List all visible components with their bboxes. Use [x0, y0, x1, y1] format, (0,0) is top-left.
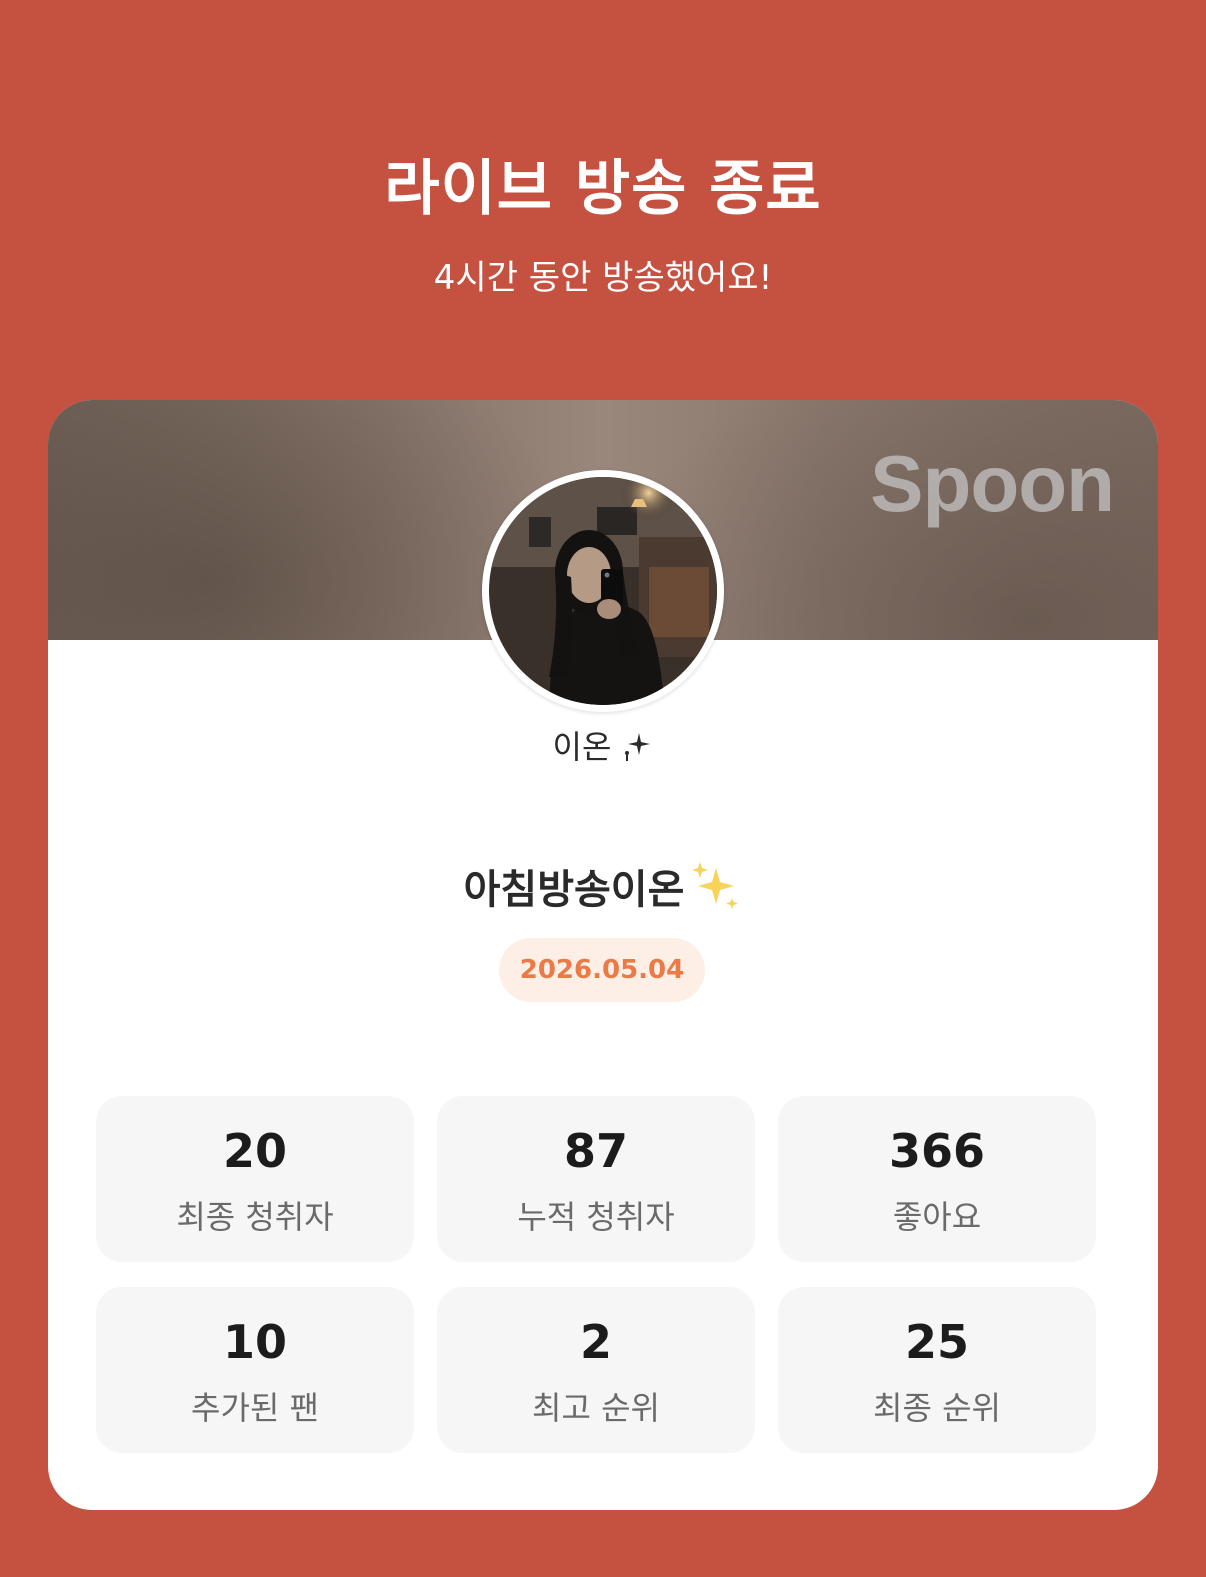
stat-value: 2 [579, 1315, 612, 1369]
sparkle-icon [621, 727, 653, 771]
stat-label: 최종 순위 [873, 1389, 1001, 1427]
stat-label: 좋아요 [892, 1198, 982, 1236]
avatar[interactable] [482, 470, 724, 712]
stat-value: 87 [563, 1124, 628, 1178]
broadcast-summary-card: Spoon 이온 아침방송이온 2026.05.04 20 최종 청취자 87 … [48, 400, 1158, 1510]
spoon-logo: Spoon [870, 439, 1115, 528]
broadcast-title: 아침방송이온 [48, 857, 1158, 924]
stat-value: 20 [222, 1124, 287, 1178]
stat-best-rank: 2 최고 순위 [437, 1287, 755, 1453]
stat-likes: 366 좋아요 [778, 1096, 1096, 1262]
sparkles-emoji-icon [688, 860, 742, 924]
nickname-text: 이온 [552, 728, 612, 766]
stat-final-listeners: 20 최종 청취자 [96, 1096, 414, 1262]
page-title: 라이브 방송 종료 [384, 154, 822, 224]
stat-label: 최종 청취자 [176, 1198, 334, 1236]
broadcast-title-text: 아침방송이온 [463, 867, 685, 913]
stat-value: 25 [904, 1315, 969, 1369]
broadcast-date-badge: 2026.05.04 [499, 938, 705, 1002]
stat-label: 누적 청취자 [517, 1198, 675, 1236]
stat-value: 10 [222, 1315, 287, 1369]
profile-photo [489, 477, 717, 705]
broadcast-duration: 4시간 동안 방송했어요! [433, 258, 773, 298]
stat-new-fans: 10 추가된 팬 [96, 1287, 414, 1453]
stat-total-listeners: 87 누적 청취자 [437, 1096, 755, 1262]
stat-label: 최고 순위 [532, 1389, 660, 1427]
nickname: 이온 [48, 722, 1158, 771]
stat-final-rank: 25 최종 순위 [778, 1287, 1096, 1453]
stat-label: 추가된 팬 [191, 1389, 319, 1427]
stats-grid: 20 최종 청취자 87 누적 청취자 366 좋아요 10 추가된 팬 2 최… [96, 1096, 1096, 1456]
broadcast-end-screen: 라이브 방송 종료 4시간 동안 방송했어요! Spoon 이온 아침방송이온 … [0, 0, 1206, 1577]
stat-value: 366 [888, 1124, 986, 1178]
